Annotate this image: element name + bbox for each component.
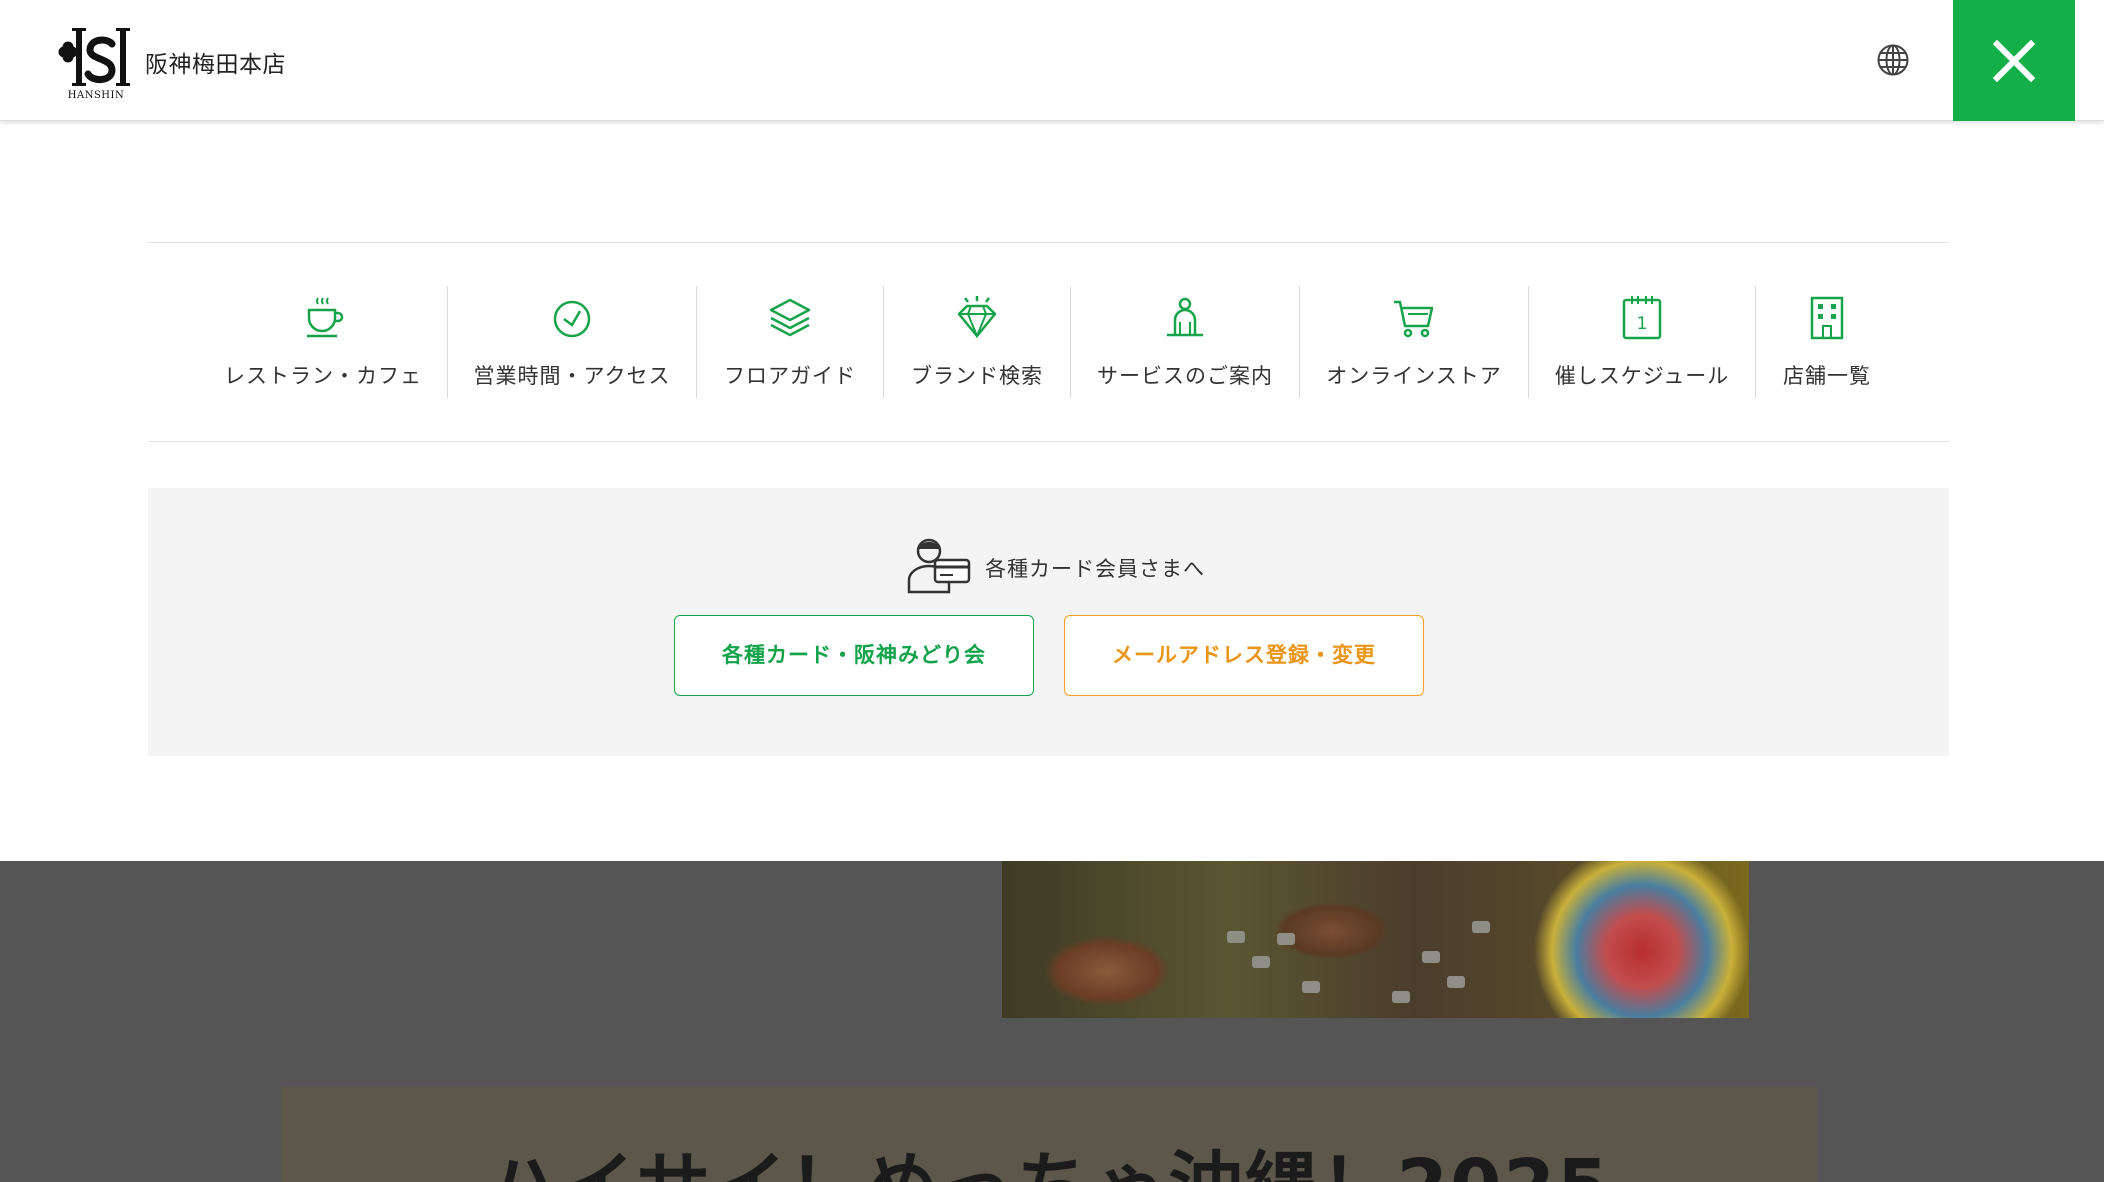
divider — [148, 242, 1949, 243]
close-icon — [1993, 40, 2035, 82]
coffee-cup-icon — [307, 297, 344, 338]
nav-label: ブランド検索 — [911, 364, 1043, 388]
card-midori-club-button[interactable]: 各種カード・阪神みどり会 — [674, 615, 1034, 696]
diamond-icon — [957, 296, 997, 339]
nav-separator — [696, 286, 697, 398]
calendar-icon: 1 — [1622, 296, 1662, 340]
member-card-icon — [907, 538, 971, 594]
nav-separator — [883, 286, 884, 398]
close-menu-button[interactable] — [1953, 0, 2075, 121]
building-icon — [1810, 296, 1844, 340]
hanshin-logo-text: HANSHIN — [67, 90, 125, 101]
nav-item-online-store[interactable]: オンラインストア — [1300, 286, 1528, 398]
nav-item-restaurant-cafe[interactable]: レストラン・カフェ — [212, 286, 434, 398]
cart-icon — [1394, 300, 1434, 338]
event-banner: ハイサイ！めっちゃ沖縄！2025 — [281, 1087, 1817, 1182]
quick-nav: レストラン・カフェ 営業時間・アクセス フロアガイド ブランド検索 サービスのご… — [0, 286, 2104, 398]
nav-label: オンラインストア — [1326, 364, 1502, 388]
nav-item-brand-search[interactable]: ブランド検索 — [884, 286, 1070, 398]
nav-label: 催しスケジュール — [1554, 364, 1730, 388]
card-members-section: 各種カード会員さまへ 各種カード・阪神みどり会 メールアドレス登録・変更 — [148, 488, 1949, 756]
globe-icon — [1877, 44, 1909, 76]
store-name: 阪神梅田本店 — [145, 52, 286, 78]
background-page: ハイサイ！めっちゃ沖縄！2025 — [0, 861, 2104, 1182]
nav-item-store-list[interactable]: 店舗一覧 — [1756, 286, 1898, 398]
nav-separator — [1528, 286, 1529, 398]
nav-label: レストラン・カフェ — [224, 364, 422, 388]
clock-icon — [553, 300, 591, 338]
divider — [148, 441, 1949, 442]
nav-separator — [1755, 286, 1756, 398]
nav-label: 店舗一覧 — [1783, 364, 1871, 388]
site-header: HANSHIN 阪神梅田本店 — [0, 0, 2104, 121]
nav-separator — [1070, 286, 1071, 398]
hanshin-logo[interactable]: HANSHIN — [54, 26, 138, 102]
card-members-heading: 各種カード会員さまへ — [905, 534, 1305, 594]
nav-label: フロアガイド — [724, 364, 856, 388]
nav-label: サービスのご案内 — [1097, 364, 1273, 388]
menu-panel: レストラン・カフェ 営業時間・アクセス フロアガイド ブランド検索 サービスのご… — [0, 121, 2104, 861]
card-members-title: 各種カード会員さまへ — [985, 557, 1205, 581]
concierge-icon — [1167, 297, 1203, 337]
layers-icon — [769, 298, 811, 337]
calendar-day: 1 — [1637, 314, 1648, 334]
language-button[interactable] — [1876, 43, 1910, 77]
event-photo — [1002, 861, 1749, 1018]
email-registration-button[interactable]: メールアドレス登録・変更 — [1064, 615, 1424, 696]
event-banner-title: ハイサイ！めっちゃ沖縄！2025 — [486, 1127, 1610, 1182]
nav-item-hours-access[interactable]: 営業時間・アクセス — [448, 286, 696, 398]
nav-item-event-schedule[interactable]: 1 催しスケジュール — [1529, 286, 1755, 398]
hanshin-logo-mark — [58, 28, 130, 86]
nav-item-floor-guide[interactable]: フロアガイド — [697, 286, 883, 398]
nav-label: 営業時間・アクセス — [473, 364, 671, 388]
nav-separator — [1299, 286, 1300, 398]
nav-separator — [447, 286, 448, 398]
nav-item-services[interactable]: サービスのご案内 — [1071, 286, 1299, 398]
